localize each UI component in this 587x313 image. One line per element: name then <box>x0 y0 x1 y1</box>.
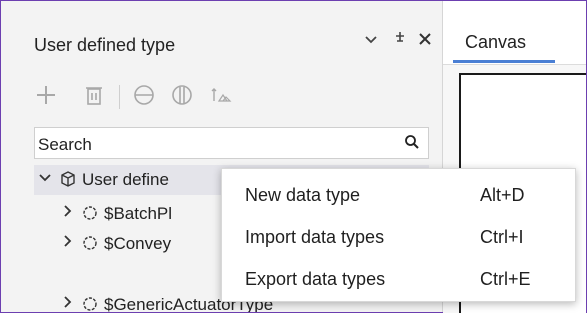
tree-item-label: $Convey <box>104 234 172 253</box>
menu-item-label: Import data types <box>245 227 385 247</box>
menu-item-shortcut: Ctrl+I <box>480 227 524 247</box>
menu-item-shortcut: Alt+D <box>480 185 525 205</box>
toolbar-separator <box>119 85 120 109</box>
delete-icon[interactable] <box>85 83 103 112</box>
close-icon[interactable] <box>418 31 432 51</box>
panel-title: User defined type <box>34 35 176 55</box>
context-menu: New data type Alt+D Import data types Ct… <box>221 168 576 302</box>
search-icon[interactable] <box>404 134 420 155</box>
chevron-right-icon[interactable] <box>60 295 74 312</box>
tree-item-label: $BatchPl <box>104 204 173 223</box>
menu-item-label: New data type <box>245 185 361 205</box>
type-node-icon <box>82 204 98 227</box>
search-input[interactable]: Search <box>34 127 429 159</box>
tab-canvas[interactable]: Canvas <box>465 32 526 53</box>
add-icon[interactable] <box>35 83 57 112</box>
active-tab-indicator <box>453 60 555 63</box>
cube-icon <box>60 170 76 193</box>
menu-item-label: Export data types <box>245 269 386 289</box>
menu-item-new-data-type[interactable]: New data type Alt+D <box>222 177 575 211</box>
menu-item-import-data-types[interactable]: Import data types Ctrl+I <box>222 219 575 253</box>
chevron-right-icon[interactable] <box>60 204 74 221</box>
type-node-icon <box>82 234 98 257</box>
expand-icon[interactable] <box>171 83 193 112</box>
editor-tab-strip: Canvas <box>443 1 586 63</box>
collapse-icon[interactable] <box>133 83 155 112</box>
pin-icon[interactable] <box>393 31 407 52</box>
type-node-icon <box>82 295 98 312</box>
chevron-down-icon[interactable] <box>364 31 378 51</box>
search-placeholder: Search <box>38 135 92 154</box>
panel-header: User defined type <box>1 1 442 71</box>
tree-root-label: User define <box>82 170 169 189</box>
chevron-right-icon[interactable] <box>60 234 74 251</box>
panel-toolbar <box>1 79 442 115</box>
menu-item-export-data-types[interactable]: Export data types Ctrl+E <box>222 261 575 295</box>
chevron-down-icon[interactable] <box>38 170 52 187</box>
menu-item-shortcut: Ctrl+E <box>480 269 531 289</box>
sort-icon[interactable] <box>210 83 232 112</box>
